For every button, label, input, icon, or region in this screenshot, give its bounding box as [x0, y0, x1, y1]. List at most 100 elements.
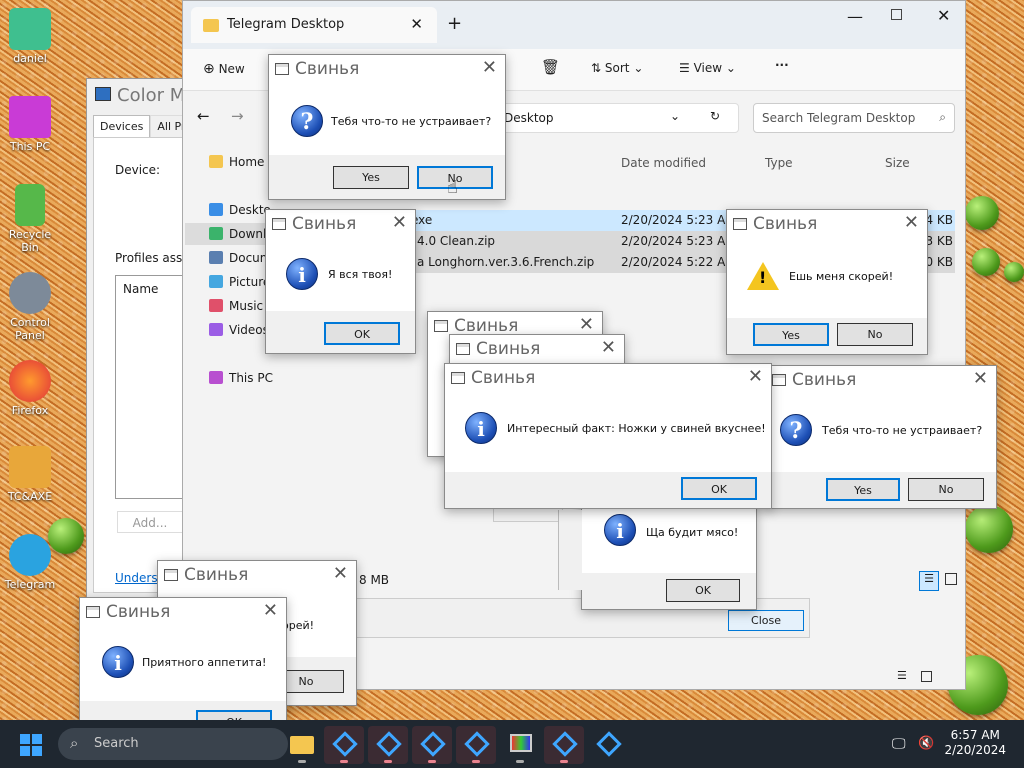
- tab-devices[interactable]: Devices: [93, 115, 151, 138]
- network-icon[interactable]: 🖵: [892, 736, 906, 752]
- question-icon: ?: [780, 414, 812, 446]
- taskbar-search-input[interactable]: ⌕ Search: [58, 728, 288, 760]
- yes-button[interactable]: Yes: [333, 166, 409, 189]
- app-diamond-icon: [420, 731, 446, 757]
- control-panel-icon: [9, 272, 51, 314]
- desktop-icon-daniel[interactable]: daniel: [2, 8, 58, 65]
- app-diamond-icon: [464, 731, 490, 757]
- ok-button[interactable]: OK: [666, 579, 740, 602]
- new-button[interactable]: ⊕ New: [203, 61, 245, 77]
- search-input[interactable]: Search Telegram Desktop ⌕: [753, 103, 955, 133]
- search-icon: ⌕: [70, 734, 79, 752]
- info-icon: i: [102, 646, 134, 678]
- taskbar-color-management[interactable]: [500, 726, 540, 764]
- close-icon[interactable]: ✕: [263, 600, 278, 621]
- wallpaper-ball: [965, 196, 999, 230]
- ok-button[interactable]: OK: [681, 477, 757, 500]
- music-icon: [209, 299, 223, 312]
- info-icon: i: [286, 258, 318, 290]
- close-icon[interactable]: ✕: [392, 212, 407, 233]
- new-tab-icon[interactable]: +: [447, 13, 462, 34]
- desktop-icon-control-panel[interactable]: Control Panel: [2, 272, 58, 342]
- sort-button[interactable]: ⇅ Sort ⌄: [591, 61, 643, 75]
- no-button[interactable]: No: [908, 478, 984, 501]
- desktop-icon-recycle-bin[interactable]: Recycle Bin: [2, 184, 58, 254]
- close-icon[interactable]: ✕: [601, 337, 616, 358]
- taskbar: ⌕ Search 🖵 🔇 6:57 AM 2/20/2024: [0, 720, 1024, 768]
- start-icon[interactable]: [20, 734, 42, 756]
- add-button[interactable]: Add...: [117, 511, 183, 533]
- column-date-modified[interactable]: Date modified: [621, 156, 706, 170]
- taskbar-app[interactable]: [324, 726, 364, 764]
- minimize-icon[interactable]: —: [847, 7, 863, 26]
- info-icon: i: [465, 412, 497, 444]
- recycle-bin-icon: [15, 184, 45, 226]
- details-view-icon-2[interactable]: ☰: [897, 669, 907, 682]
- dialog-message: Тебя что-то не устраивает?: [822, 424, 983, 437]
- close-icon[interactable]: ✕: [904, 212, 919, 233]
- yes-button[interactable]: Yes: [753, 323, 829, 346]
- column-size[interactable]: Size: [885, 156, 910, 170]
- tiles-view-icon[interactable]: [945, 573, 957, 585]
- close-button[interactable]: Close: [728, 610, 804, 631]
- more-options-button[interactable]: ···: [775, 58, 789, 72]
- taskbar-app[interactable]: [544, 726, 584, 764]
- document-icon: [209, 251, 223, 264]
- close-icon[interactable]: ✕: [482, 57, 497, 78]
- details-view-icon[interactable]: ☰: [919, 571, 939, 591]
- tab-telegram-desktop[interactable]: Telegram Desktop ✕: [191, 7, 437, 43]
- refresh-icon[interactable]: ↻: [710, 109, 720, 123]
- close-tab-icon[interactable]: ✕: [410, 15, 423, 33]
- message-dialog-6: i Ща будит мясо! OK: [581, 495, 757, 610]
- forward-arrow-icon[interactable]: →: [231, 107, 244, 125]
- maximize-icon[interactable]: [891, 9, 902, 20]
- app-diamond-icon: [596, 731, 622, 757]
- clock[interactable]: 6:57 AM 2/20/2024: [944, 728, 1006, 758]
- sort-icon: ⇅: [591, 61, 602, 75]
- sidebar-item-videos[interactable]: Videos: [209, 323, 269, 337]
- chevron-down-icon[interactable]: ⌄: [670, 109, 680, 123]
- home-icon: [209, 155, 223, 168]
- close-icon[interactable]: ✕: [748, 366, 763, 387]
- close-icon[interactable]: ✕: [333, 563, 348, 584]
- telegram-icon: [9, 534, 51, 576]
- yes-button[interactable]: Yes: [826, 478, 900, 501]
- column-type[interactable]: Type: [765, 156, 793, 170]
- desktop-icon-firefox[interactable]: Firefox: [2, 360, 58, 417]
- close-window-icon[interactable]: ✕: [937, 6, 950, 25]
- wallpaper-ball: [1004, 262, 1024, 282]
- videos-icon: [209, 323, 223, 336]
- view-icon: ☰: [679, 61, 690, 75]
- taskbar-app[interactable]: [412, 726, 452, 764]
- tiles-view-icon-2[interactable]: [921, 671, 932, 682]
- understand-link[interactable]: Underst: [115, 571, 162, 585]
- address-bar[interactable]: Desktop ⌄ ↻: [493, 103, 739, 133]
- taskbar-app[interactable]: [368, 726, 408, 764]
- desktop-icon-tcaxe[interactable]: TC&AXE: [2, 446, 58, 503]
- ok-button[interactable]: OK: [324, 322, 400, 345]
- monitor-icon: [510, 734, 532, 752]
- monitor-icon: [9, 96, 51, 138]
- taskbar-app[interactable]: [588, 726, 628, 764]
- sidebar-item-home[interactable]: Home: [209, 155, 264, 169]
- delete-icon[interactable]: 🗑: [541, 58, 560, 76]
- view-button[interactable]: ☰ View ⌄: [679, 61, 736, 75]
- desktop-icon-this-pc[interactable]: This PC: [2, 96, 58, 153]
- back-arrow-icon[interactable]: ←: [197, 107, 210, 125]
- monitor-icon: [209, 371, 223, 384]
- pictures-icon: [209, 275, 223, 288]
- volume-muted-icon[interactable]: 🔇: [918, 736, 934, 751]
- taskbar-app[interactable]: [456, 726, 496, 764]
- sidebar-item-music[interactable]: Music: [209, 299, 263, 313]
- profiles-list[interactable]: Name: [115, 275, 185, 499]
- close-icon[interactable]: ✕: [579, 314, 594, 335]
- taskbar-file-explorer[interactable]: [282, 726, 322, 764]
- dialog-message: Приятного аппетита!: [142, 656, 267, 669]
- search-icon: ⌕: [939, 110, 946, 124]
- dialog-message: Ща будит мясо!: [646, 526, 739, 539]
- desktop-icon-telegram[interactable]: Telegram: [2, 534, 58, 591]
- close-icon[interactable]: ✕: [973, 368, 988, 389]
- sidebar-item-this-pc[interactable]: This PC: [209, 371, 273, 385]
- profiles-label: Profiles asso: [115, 251, 190, 265]
- no-button[interactable]: No: [837, 323, 913, 346]
